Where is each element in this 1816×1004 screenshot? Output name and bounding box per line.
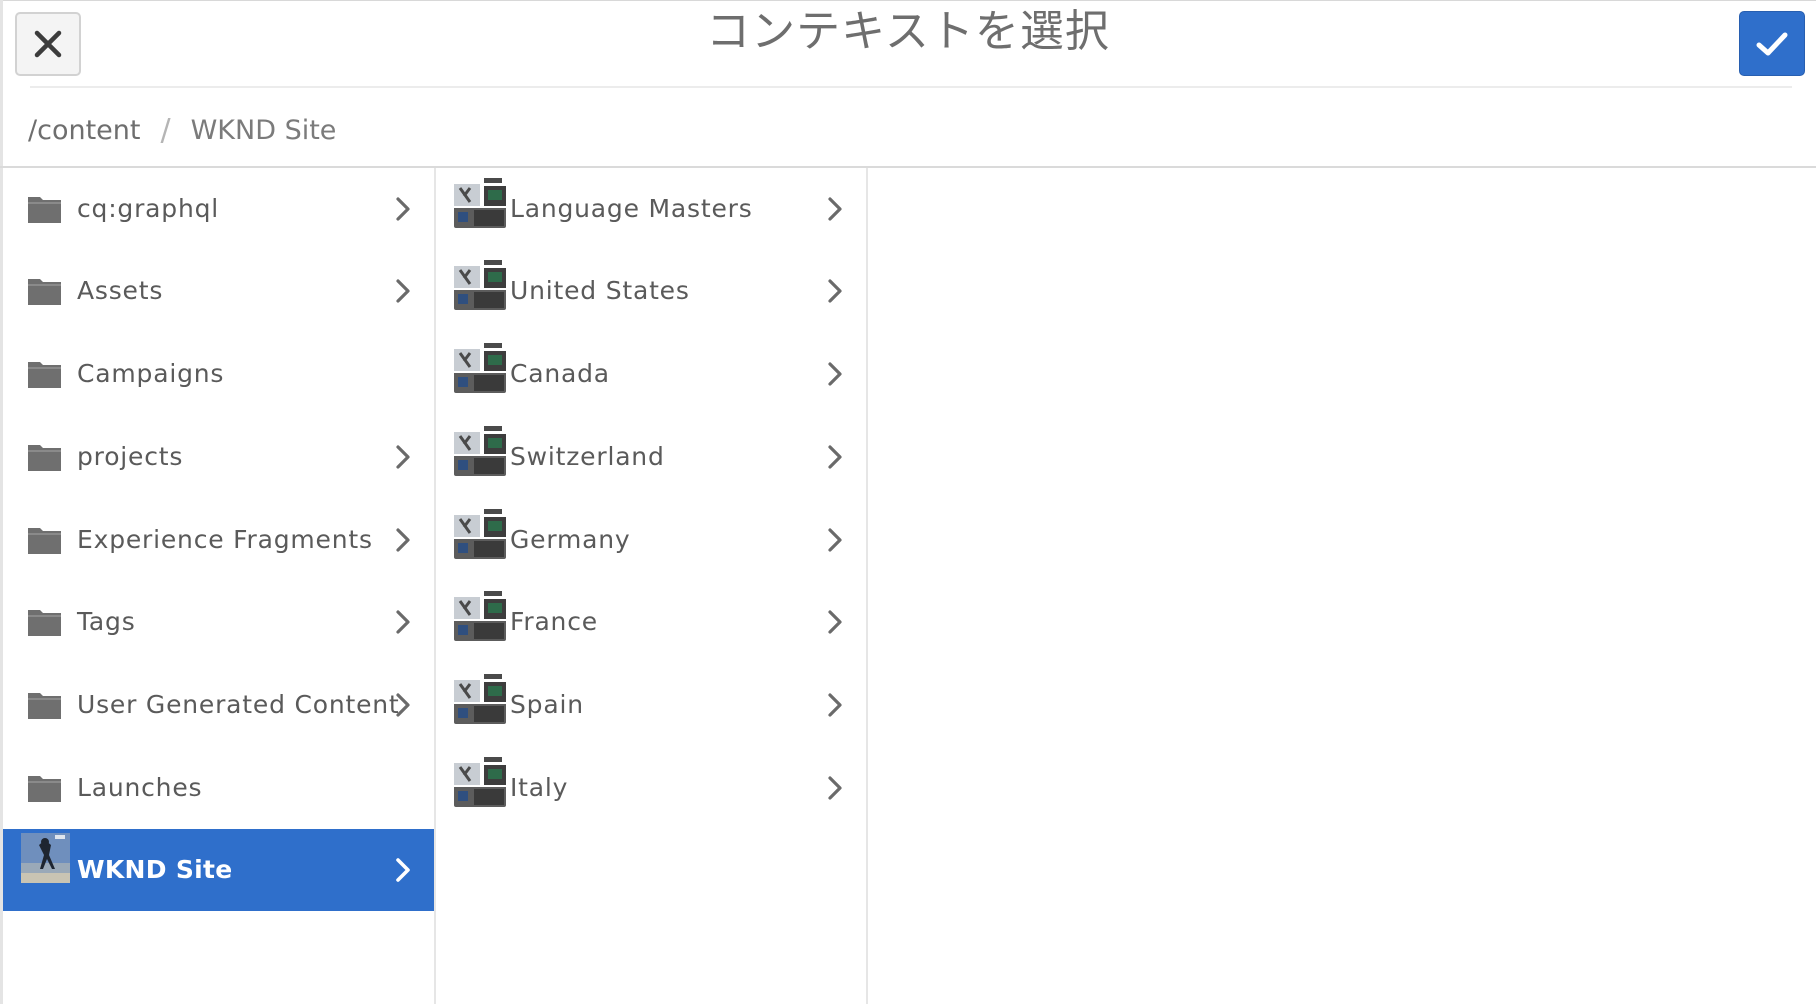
column-item-cq-graphql[interactable]: cq:graphql <box>3 168 434 250</box>
chevron-right-icon <box>396 445 410 469</box>
confirm-button[interactable] <box>1739 11 1805 76</box>
column-item-label: France <box>510 607 598 636</box>
chevron-right-icon <box>396 858 410 882</box>
folder-icon <box>28 776 61 802</box>
column-item-label: Canada <box>510 359 610 388</box>
column-item-canada[interactable]: Canada <box>436 333 866 415</box>
chevron-right-icon <box>828 776 842 800</box>
folder-icon <box>28 362 61 388</box>
chevron-right-icon <box>828 528 842 552</box>
breadcrumb-root[interactable]: /content <box>28 115 140 146</box>
column-item-label: cq:graphql <box>77 194 220 223</box>
column-item-label: Launches <box>77 773 203 802</box>
chevron-right-icon <box>396 197 410 221</box>
page-thumbnail-icon <box>454 178 506 228</box>
chevron-right-icon <box>828 445 842 469</box>
folder-icon <box>28 693 61 719</box>
column-item-label: Campaigns <box>77 359 225 388</box>
column-item-italy[interactable]: Italy <box>436 747 866 829</box>
column-item-assets[interactable]: Assets <box>3 250 434 332</box>
column-item-label: User Generated Content <box>77 690 400 719</box>
chevron-right-icon <box>828 362 842 386</box>
window-top-edge <box>0 0 1816 1</box>
column-wknd-site: Language Masters United States Canada Sw… <box>436 168 866 1004</box>
chevron-right-icon <box>828 610 842 634</box>
column-item-label: Tags <box>77 607 136 636</box>
chevron-right-icon <box>828 693 842 717</box>
page-thumbnail-icon <box>454 674 506 724</box>
column-item-experience-fragments[interactable]: Experience Fragments <box>3 499 434 581</box>
breadcrumb-current: WKND Site <box>190 114 337 146</box>
column-item-united-states[interactable]: United States <box>436 250 866 332</box>
chevron-right-icon <box>396 279 410 303</box>
column-item-label: Germany <box>510 525 631 554</box>
page-thumbnail-icon <box>454 591 506 641</box>
column-divider <box>866 168 868 1004</box>
column-item-label: United States <box>510 276 690 305</box>
chevron-right-icon <box>396 693 410 717</box>
chevron-right-icon <box>828 279 842 303</box>
folder-icon <box>28 610 61 636</box>
checkmark-icon <box>1756 32 1788 55</box>
column-item-campaigns[interactable]: Campaigns <box>3 333 434 415</box>
column-item-france[interactable]: France <box>436 581 866 663</box>
column-item-wknd-site[interactable]: WKND Site <box>3 829 434 911</box>
column-item-launches[interactable]: Launches <box>3 747 434 829</box>
column-item-language-masters[interactable]: Language Masters <box>436 168 866 250</box>
folder-icon <box>28 445 61 471</box>
page-thumbnail-icon <box>454 509 506 559</box>
dialog-title: コンテキストを選択 <box>706 6 1110 57</box>
column-item-germany[interactable]: Germany <box>436 499 866 581</box>
page-thumbnail-icon <box>454 343 506 393</box>
page-thumbnail-icon <box>454 260 506 310</box>
column-item-label: Spain <box>510 690 584 719</box>
column-item-spain[interactable]: Spain <box>436 664 866 746</box>
column-item-label: Assets <box>77 276 164 305</box>
page-thumbnail-icon <box>454 757 506 807</box>
page-thumbnail-icon <box>454 426 506 476</box>
header-divider <box>30 86 1792 88</box>
column-item-projects[interactable]: projects <box>3 416 434 498</box>
column-item-tags[interactable]: Tags <box>3 581 434 663</box>
column-item-label: Italy <box>510 773 569 802</box>
column-item-switzerland[interactable]: Switzerland <box>436 416 866 498</box>
folder-icon <box>28 197 61 223</box>
column-item-user-generated-content[interactable]: User Generated Content <box>3 664 434 746</box>
folder-icon <box>28 279 61 305</box>
chevron-right-icon <box>396 528 410 552</box>
column-item-label: Experience Fragments <box>77 525 373 554</box>
column-item-label: WKND Site <box>77 855 233 884</box>
folder-icon <box>28 528 61 554</box>
column-item-label: Language Masters <box>510 194 753 223</box>
chevron-right-icon <box>828 197 842 221</box>
breadcrumb: /content / WKND Site <box>28 108 336 152</box>
breadcrumb-separator: / <box>160 112 171 148</box>
chevron-right-icon <box>396 610 410 634</box>
column-item-label: projects <box>77 442 184 471</box>
column-item-label: Switzerland <box>510 442 665 471</box>
column-root: cq:graphql Assets Campaigns projects Exp… <box>3 168 434 1004</box>
site-thumbnail-icon <box>21 833 70 883</box>
